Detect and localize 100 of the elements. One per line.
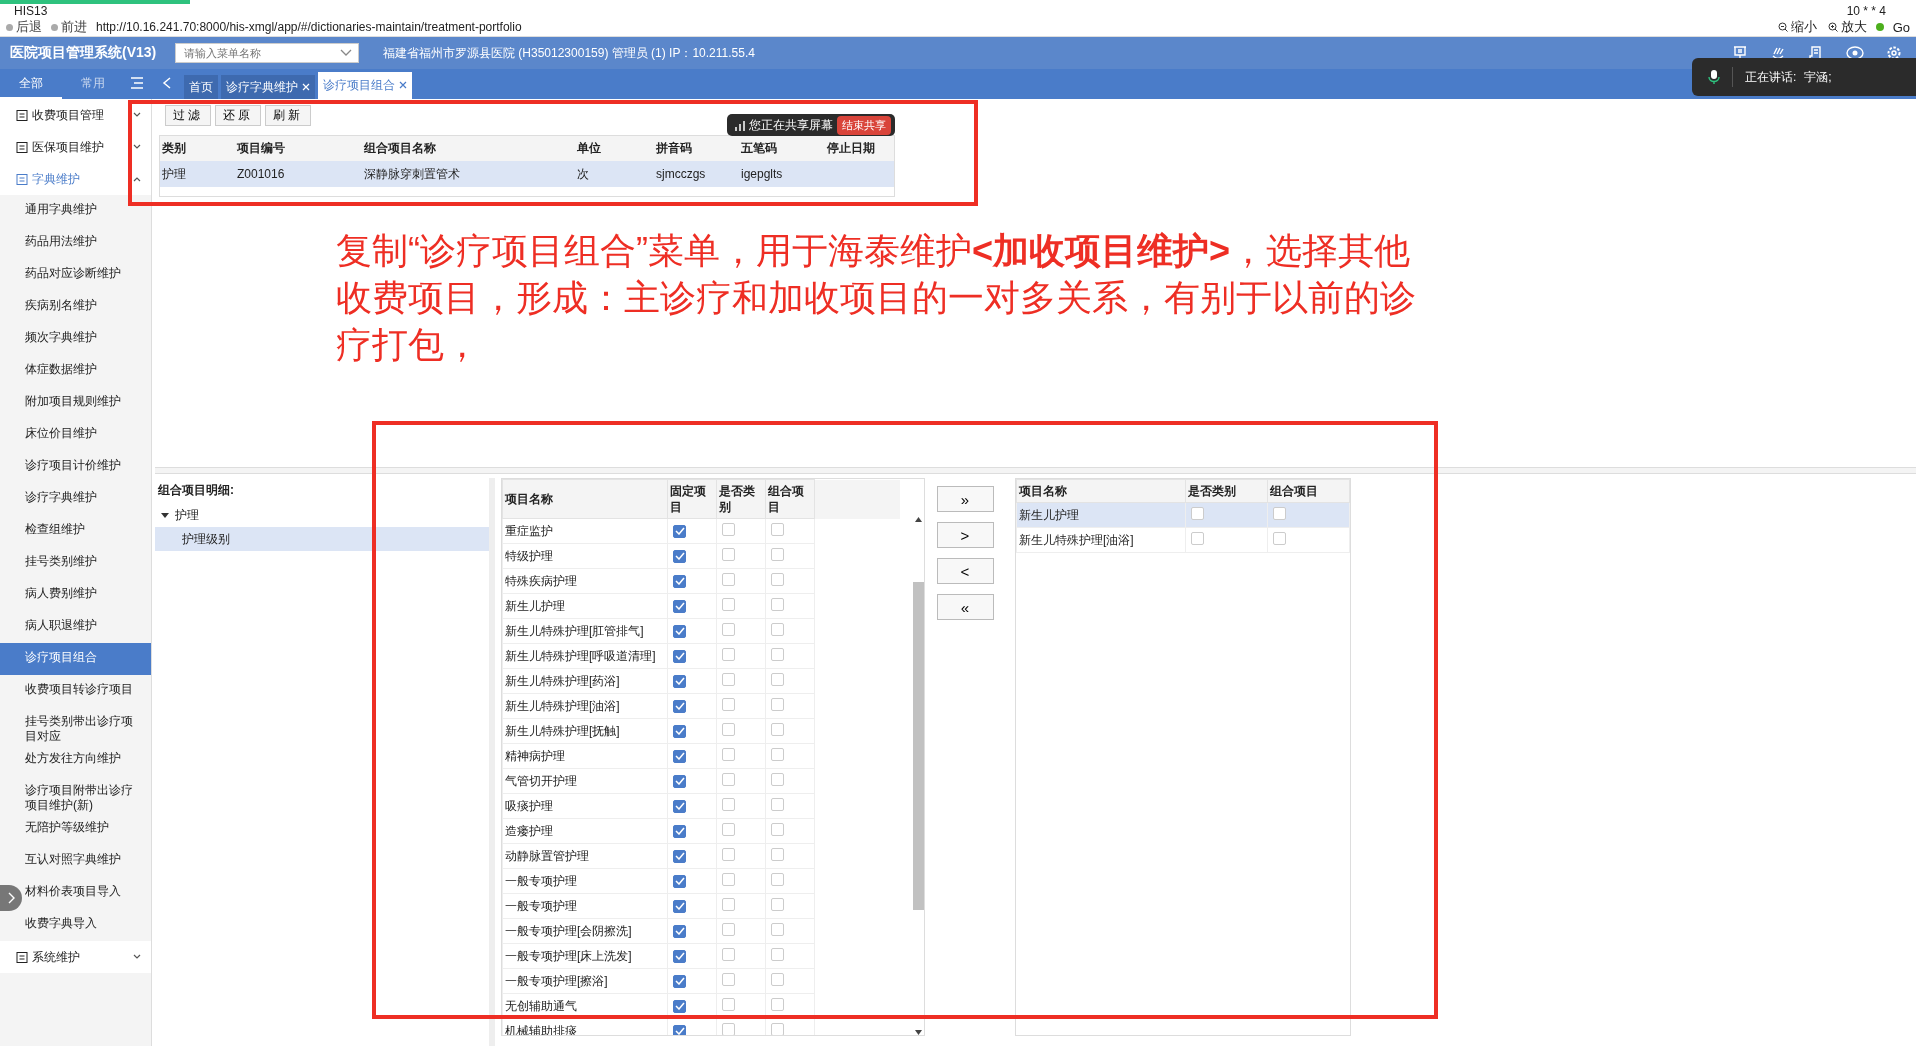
checkbox[interactable] <box>673 999 686 1013</box>
table-cell[interactable]: 次 <box>575 161 654 187</box>
checkbox[interactable] <box>771 973 784 986</box>
checkbox[interactable] <box>722 523 735 536</box>
hand-icon[interactable] <box>1770 45 1786 61</box>
checkbox[interactable] <box>722 973 735 986</box>
back-link[interactable]: 后退 <box>16 18 42 36</box>
checkbox[interactable] <box>771 523 784 536</box>
checkbox[interactable] <box>673 824 686 838</box>
checkbox[interactable] <box>673 524 686 538</box>
checkbox[interactable] <box>722 1023 735 1035</box>
checkbox[interactable] <box>722 823 735 836</box>
sidebar-group[interactable]: 医保项目维护 <box>0 131 151 163</box>
checkbox[interactable] <box>771 1023 784 1035</box>
transfer-button[interactable]: « <box>936 594 994 620</box>
scroll-down-icon[interactable] <box>914 1030 922 1035</box>
checkbox[interactable] <box>722 673 735 686</box>
sidebar-item[interactable]: 床位价目维护 <box>22 419 151 451</box>
splitter[interactable] <box>155 467 1916 474</box>
checkbox[interactable] <box>1273 507 1287 520</box>
sidebar-item[interactable]: 药品对应诊断维护 <box>22 259 151 291</box>
zoom-in-icon[interactable] <box>1827 22 1838 32</box>
checkbox[interactable] <box>673 774 686 788</box>
sidebar-item[interactable]: 诊疗项目计价维护 <box>22 451 151 483</box>
checkbox[interactable] <box>1191 532 1205 545</box>
presentation-icon[interactable] <box>1732 45 1748 61</box>
checkbox[interactable] <box>673 574 686 588</box>
checkbox[interactable] <box>673 749 686 763</box>
checkbox[interactable] <box>771 898 784 911</box>
checkbox[interactable] <box>673 549 686 563</box>
sidebar-item[interactable]: 挂号类别维护 <box>22 547 151 579</box>
checkbox[interactable] <box>722 698 735 711</box>
checkbox[interactable] <box>673 599 686 613</box>
table-cell[interactable]: 新生儿护理 <box>1016 502 1186 528</box>
sidebar-item[interactable]: 诊疗项目附带出诊疗项目维护(新) <box>22 776 151 813</box>
checkbox[interactable] <box>722 648 735 661</box>
page-tab[interactable]: 诊疗项目组合 <box>318 72 412 99</box>
sidebar-item[interactable]: 材料价表项目导入 <box>22 877 151 909</box>
sidebar-item[interactable]: 体症数据维护 <box>22 355 151 387</box>
checkbox[interactable] <box>722 798 735 811</box>
checkbox[interactable] <box>771 548 784 561</box>
sidebar-item[interactable]: 通用字典维护 <box>22 195 151 227</box>
checkbox[interactable] <box>1273 532 1287 545</box>
checkbox[interactable] <box>722 773 735 786</box>
sidebar-item[interactable]: 病人费别维护 <box>22 579 151 611</box>
sidebar-item[interactable]: 疾病别名维护 <box>22 291 151 323</box>
checkbox[interactable] <box>771 573 784 586</box>
sidebar-item[interactable]: 挂号类别带出诊疗项目对应 <box>22 707 151 744</box>
transfer-button[interactable]: < <box>936 558 994 584</box>
checkbox[interactable] <box>771 623 784 636</box>
sidebar-item[interactable]: 处方发往方向维护 <box>22 744 151 776</box>
eye-icon[interactable] <box>1846 45 1864 61</box>
table-cell[interactable]: sjmcczgs <box>654 161 739 187</box>
end-share-button[interactable]: 结束共享 <box>837 115 891 135</box>
page-tab[interactable]: 首页 <box>184 75 218 99</box>
checkbox[interactable] <box>771 673 784 686</box>
sidebar-group[interactable]: 收费项目管理 <box>0 99 151 131</box>
checkbox[interactable] <box>722 873 735 886</box>
checkbox[interactable] <box>673 974 686 988</box>
sidebar-item[interactable]: 诊疗字典维护 <box>22 483 151 515</box>
toolbar-button[interactable]: 刷新 <box>265 105 311 126</box>
sidebar-item[interactable]: 互认对照字典维护 <box>22 845 151 877</box>
checkbox[interactable] <box>1191 507 1205 520</box>
scroll-up-icon[interactable] <box>914 517 922 522</box>
checkbox[interactable] <box>771 648 784 661</box>
url-field[interactable]: http://10.16.241.70:8000/his-xmgl/app/#/dictionaries-maintain/treatment-portfolio <box>96 20 1767 34</box>
transfer-button[interactable]: > <box>936 522 994 548</box>
checkbox[interactable] <box>771 848 784 861</box>
sidebar-item[interactable]: 药品用法维护 <box>22 227 151 259</box>
sidebar-item[interactable]: 收费项目转诊疗项目 <box>22 675 151 707</box>
checkbox[interactable] <box>771 923 784 936</box>
checkbox[interactable] <box>722 723 735 736</box>
checkbox[interactable] <box>673 674 686 688</box>
checkbox[interactable] <box>722 573 735 586</box>
sidebar-group[interactable]: 字典维护 <box>0 163 151 195</box>
toolbar-button[interactable]: 还原 <box>215 105 261 126</box>
menu-search-box[interactable]: 请输入菜单名称 <box>175 43 359 63</box>
sidebar-item[interactable]: 检查组维护 <box>22 515 151 547</box>
checkbox[interactable] <box>673 724 686 738</box>
checkbox[interactable] <box>722 548 735 561</box>
expand-handle[interactable] <box>0 885 22 911</box>
checkbox[interactable] <box>673 849 686 863</box>
checkbox[interactable] <box>673 874 686 888</box>
sidebar-item[interactable]: 无陪护等级维护 <box>22 813 151 845</box>
checkbox[interactable] <box>771 598 784 611</box>
checkbox[interactable] <box>722 748 735 761</box>
sidebar-item[interactable]: 病人职退维护 <box>22 611 151 643</box>
sidebar-group[interactable]: 系统维护 <box>0 941 151 973</box>
checkbox[interactable] <box>771 798 784 811</box>
checkbox[interactable] <box>673 699 686 713</box>
menu-icon[interactable] <box>130 77 144 89</box>
checkbox[interactable] <box>673 924 686 938</box>
sidebar-item[interactable]: 诊疗项目组合 <box>0 643 151 675</box>
checkbox[interactable] <box>771 998 784 1011</box>
checkbox[interactable] <box>771 873 784 886</box>
checkbox[interactable] <box>673 1024 686 1035</box>
checkbox[interactable] <box>771 823 784 836</box>
close-icon[interactable] <box>399 81 407 89</box>
sidebar-item[interactable]: 频次字典维护 <box>22 323 151 355</box>
checkbox[interactable] <box>673 649 686 663</box>
